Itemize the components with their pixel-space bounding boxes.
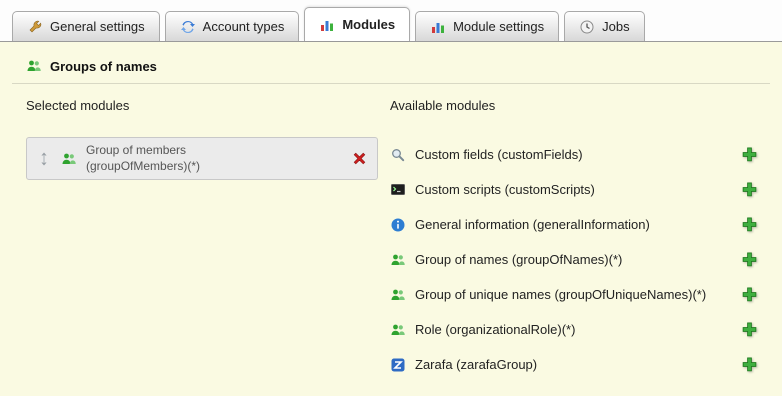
module-label: Role (organizationalRole)(*) xyxy=(415,322,575,337)
clock-icon xyxy=(579,19,595,35)
group-icon xyxy=(390,252,406,268)
available-modules-column: Available modules Custom fields (customF… xyxy=(390,98,770,382)
tab-bar: General settings Account types Modules M… xyxy=(0,0,782,42)
tab-label: General settings xyxy=(50,19,145,34)
wrench-icon xyxy=(27,19,43,35)
group-icon xyxy=(390,322,406,338)
tab-account-types[interactable]: Account types xyxy=(165,11,300,41)
add-plus-icon[interactable] xyxy=(741,321,758,338)
group-icon xyxy=(390,287,406,303)
available-module-row: General information (generalInformation) xyxy=(390,207,758,242)
available-modules-heading: Available modules xyxy=(390,98,758,113)
selected-module-label: Group of members (groupOfMembers)(*) xyxy=(86,143,200,174)
tab-module-settings[interactable]: Module settings xyxy=(415,11,559,41)
section-header: Groups of names xyxy=(12,58,770,74)
tab-label: Module settings xyxy=(453,19,544,34)
module-label: Custom fields (customFields) xyxy=(415,147,583,162)
tab-label: Account types xyxy=(203,19,285,34)
available-module-row: Zarafa (zarafaGroup) xyxy=(390,347,758,382)
tab-label: Jobs xyxy=(602,19,629,34)
selected-modules-heading: Selected modules xyxy=(26,98,390,113)
add-plus-icon[interactable] xyxy=(741,286,758,303)
content-area: Groups of names Selected modules Group o… xyxy=(0,42,782,396)
add-plus-icon[interactable] xyxy=(741,146,758,163)
module-label: Custom scripts (customScripts) xyxy=(415,182,595,197)
available-module-row: Role (organizationalRole)(*) xyxy=(390,312,758,347)
terminal-icon xyxy=(390,182,406,198)
page-title: Groups of names xyxy=(50,59,157,74)
selected-module-row[interactable]: Group of members (groupOfMembers)(*) xyxy=(26,137,378,180)
add-plus-icon[interactable] xyxy=(741,251,758,268)
gear-icon xyxy=(180,19,196,35)
group-icon xyxy=(61,151,77,167)
module-label: Group of names (groupOfNames)(*) xyxy=(415,252,622,267)
tab-label: Modules xyxy=(342,17,395,32)
add-plus-icon[interactable] xyxy=(741,216,758,233)
magnifier-icon xyxy=(390,147,406,163)
tab-general-settings[interactable]: General settings xyxy=(12,11,160,41)
group-icon xyxy=(26,58,42,74)
info-icon xyxy=(390,217,406,233)
drag-handle-icon[interactable] xyxy=(36,151,52,167)
available-module-row: Group of unique names (groupOfUniqueName… xyxy=(390,277,758,312)
modules-icon xyxy=(430,19,446,35)
module-label: Zarafa (zarafaGroup) xyxy=(415,357,537,372)
divider xyxy=(12,83,770,84)
add-plus-icon[interactable] xyxy=(741,356,758,373)
module-label: Group of unique names (groupOfUniqueName… xyxy=(415,287,706,302)
delete-x-icon[interactable] xyxy=(351,150,368,167)
available-module-row: Custom scripts (customScripts) xyxy=(390,172,758,207)
tab-jobs[interactable]: Jobs xyxy=(564,11,644,41)
zarafa-icon xyxy=(390,357,406,373)
add-plus-icon[interactable] xyxy=(741,181,758,198)
available-module-row: Custom fields (customFields) xyxy=(390,137,758,172)
selected-modules-column: Selected modules Group of members (group… xyxy=(12,98,390,382)
tab-modules[interactable]: Modules xyxy=(304,7,410,41)
modules-icon xyxy=(319,17,335,33)
module-label: General information (generalInformation) xyxy=(415,217,650,232)
module-config-page: General settings Account types Modules M… xyxy=(0,0,782,403)
available-module-row: Group of names (groupOfNames)(*) xyxy=(390,242,758,277)
